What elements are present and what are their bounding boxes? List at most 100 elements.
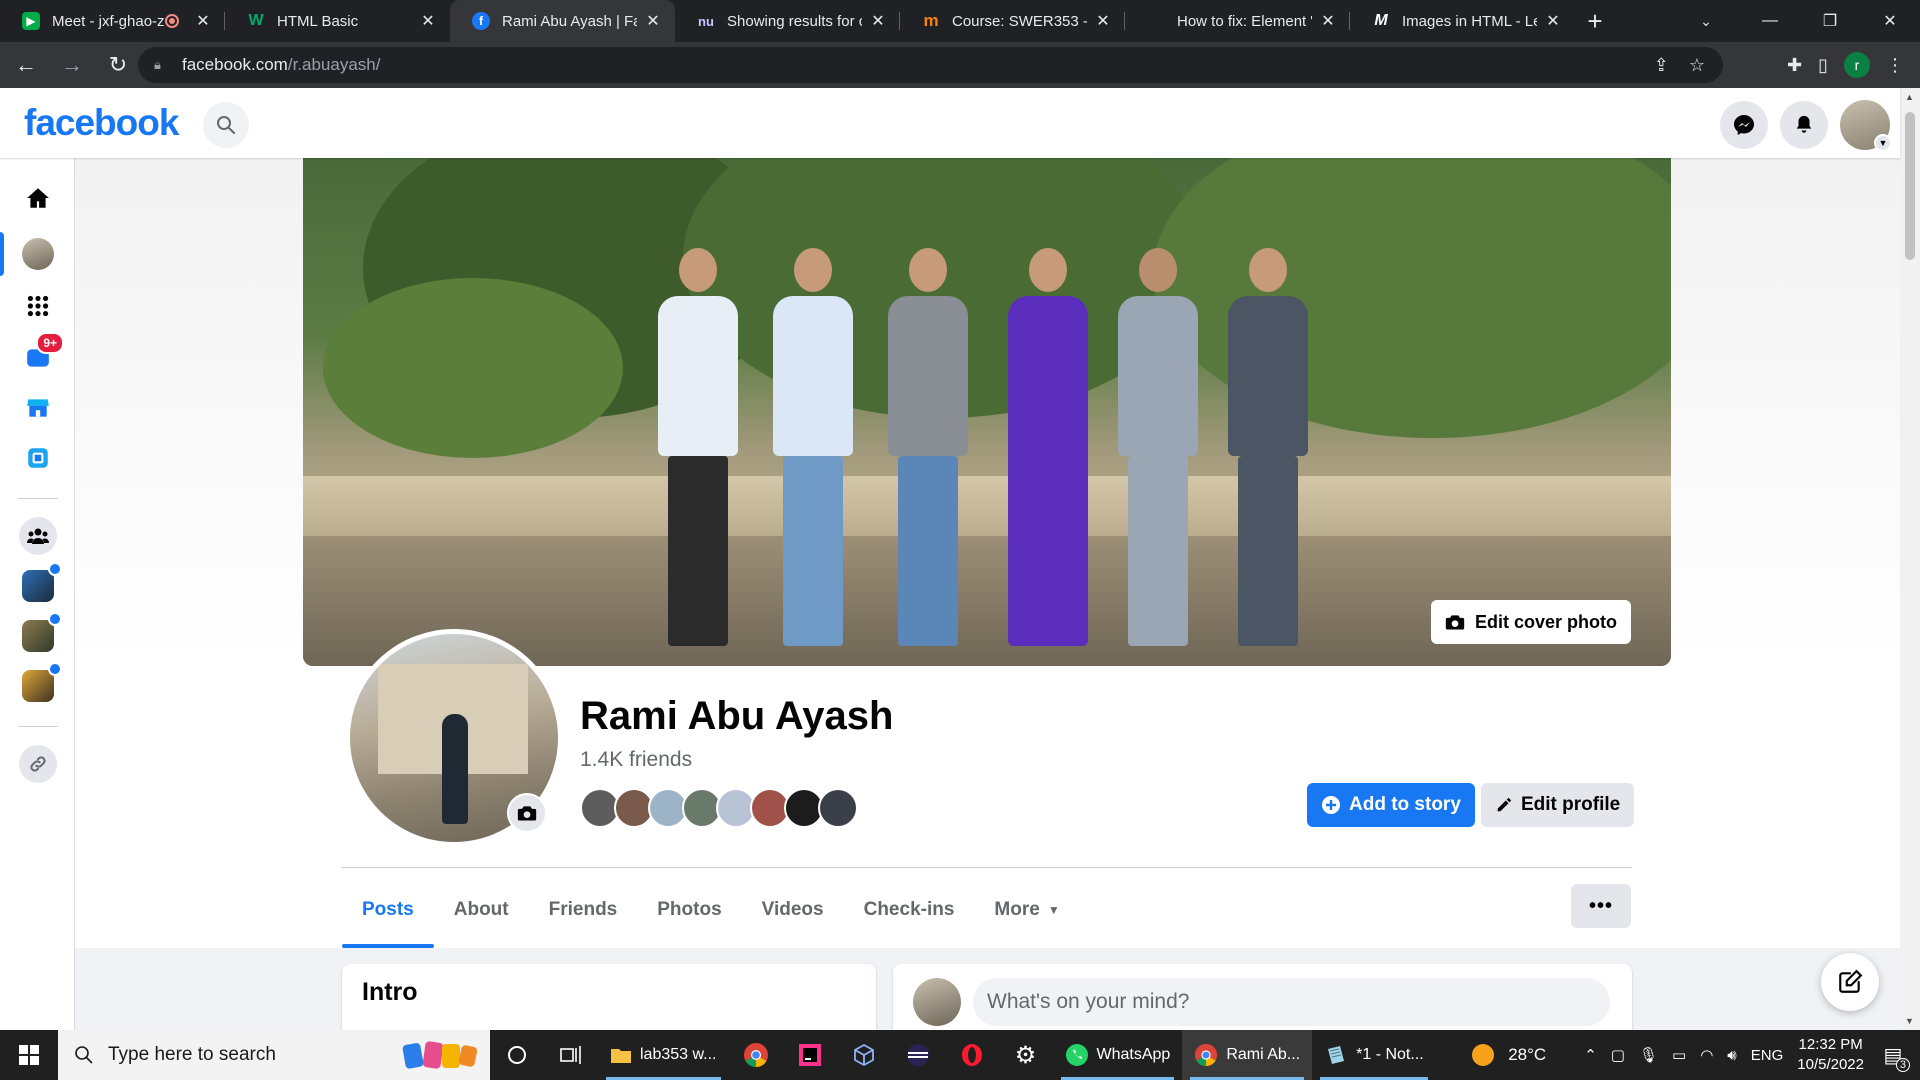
- task-view-button[interactable]: [544, 1030, 598, 1080]
- back-button[interactable]: ←: [6, 45, 46, 85]
- tab-meet[interactable]: ▶ Meet - jxf-ghao-z ✕: [0, 0, 225, 42]
- profile-shortcut[interactable]: [18, 234, 58, 274]
- taskbar-3d-viewer[interactable]: [837, 1030, 891, 1080]
- intellij-icon: [798, 1044, 821, 1066]
- share-icon[interactable]: ⇪: [1654, 55, 1669, 76]
- scrollbar-thumb[interactable]: [1905, 112, 1915, 260]
- menu-button[interactable]: [18, 286, 58, 326]
- taskbar-opera[interactable]: [945, 1030, 999, 1080]
- restore-button[interactable]: ❐: [1800, 0, 1860, 42]
- taskbar-intellij[interactable]: [783, 1030, 837, 1080]
- tab-photos[interactable]: Photos: [637, 872, 741, 948]
- marketplace-button[interactable]: [18, 388, 58, 428]
- input-language[interactable]: ENG: [1751, 1047, 1784, 1064]
- action-center-button[interactable]: ▤ 3: [1878, 1040, 1910, 1072]
- system-clock[interactable]: 12:32 PM 10/5/2022: [1797, 1035, 1864, 1075]
- taskbar-file-explorer[interactable]: lab353 w...: [598, 1030, 729, 1080]
- new-message-button[interactable]: [1821, 953, 1879, 1011]
- close-tab-icon[interactable]: ✕: [868, 11, 888, 31]
- medium-icon: M: [1374, 12, 1388, 29]
- tab-facebook[interactable]: f Rami Abu Ayash | Fac ✕: [450, 0, 675, 42]
- taskbar-whatsapp[interactable]: WhatsApp: [1053, 1030, 1183, 1080]
- bookmark-star-icon[interactable]: ☆: [1689, 55, 1705, 76]
- add-to-story-button[interactable]: Add to story: [1307, 783, 1475, 827]
- tab-html-basic[interactable]: W HTML Basic ✕: [225, 0, 450, 42]
- edit-profile-button[interactable]: Edit profile: [1481, 783, 1635, 827]
- forward-button[interactable]: →: [52, 45, 92, 85]
- taskbar-search-box[interactable]: Type here to search: [58, 1030, 490, 1080]
- scroll-down-arrow-icon[interactable]: ▼: [1905, 1016, 1914, 1026]
- tab-search-results[interactable]: nu Showing results for co ✕: [675, 0, 900, 42]
- minimize-button[interactable]: —: [1740, 0, 1800, 42]
- close-tab-icon[interactable]: ✕: [418, 11, 438, 31]
- wifi-icon[interactable]: ◠: [1700, 1046, 1713, 1064]
- start-button[interactable]: [0, 1030, 58, 1080]
- tab-how-to-fix[interactable]: How to fix: Element "i ✕: [1125, 0, 1350, 42]
- taskbar-settings[interactable]: ⚙: [999, 1030, 1053, 1080]
- group-shortcut-2[interactable]: [18, 612, 62, 656]
- taskbar-eclipse[interactable]: [891, 1030, 945, 1080]
- group-shortcut-1[interactable]: [18, 562, 62, 606]
- taskbar-chrome[interactable]: [729, 1030, 783, 1080]
- see-more-button[interactable]: [18, 744, 58, 784]
- more-options-button[interactable]: •••: [1571, 884, 1631, 928]
- close-tab-icon[interactable]: ✕: [1318, 11, 1338, 31]
- feeds-icon: [28, 448, 48, 468]
- close-tab-icon[interactable]: ✕: [1543, 11, 1563, 31]
- chrome-menu-icon[interactable]: ⋮: [1886, 55, 1904, 76]
- battery-icon[interactable]: ▭: [1672, 1046, 1686, 1064]
- notifications-button[interactable]: [1780, 101, 1828, 149]
- tab-friends[interactable]: Friends: [529, 872, 638, 948]
- whats-on-your-mind-input[interactable]: What's on your mind?: [973, 978, 1610, 1026]
- friend-count[interactable]: 1.4K friends: [580, 748, 692, 772]
- tab-videos[interactable]: Videos: [742, 872, 844, 948]
- side-panel-icon[interactable]: ▯: [1818, 55, 1828, 76]
- volume-icon[interactable]: 🔊︎: [1727, 1047, 1736, 1064]
- tab-about[interactable]: About: [434, 872, 529, 948]
- notification-count: 3: [1895, 1058, 1910, 1072]
- device-icon[interactable]: ▢: [1611, 1046, 1625, 1064]
- close-window-button[interactable]: ✕: [1860, 0, 1920, 42]
- chrome-profile-avatar[interactable]: r: [1844, 52, 1870, 78]
- home-button[interactable]: [18, 178, 58, 218]
- chevron-up-icon[interactable]: ⌃: [1584, 1046, 1597, 1064]
- profile-picture[interactable]: [345, 629, 563, 847]
- friend-avatar[interactable]: [818, 788, 858, 828]
- tab-images-html[interactable]: M Images in HTML - Lea ✕: [1350, 0, 1575, 42]
- cover-photo[interactable]: Edit cover photo: [303, 158, 1671, 666]
- search-button[interactable]: [203, 102, 249, 148]
- weather-temperature[interactable]: 28°C: [1508, 1045, 1546, 1065]
- close-tab-icon[interactable]: ✕: [193, 11, 213, 31]
- friend-avatars: [580, 788, 858, 828]
- tab-course[interactable]: m Course: SWER353 - W ✕: [900, 0, 1125, 42]
- facebook-logo[interactable]: facebook: [24, 102, 179, 144]
- weather-sun-icon[interactable]: [1472, 1044, 1495, 1066]
- messenger-icon: [1734, 115, 1754, 135]
- groups-button[interactable]: [18, 516, 58, 556]
- address-bar[interactable]: 🔒︎ facebook.com/r.abuayash/ ⇪ ☆: [138, 47, 1723, 83]
- profile-tabs: Posts About Friends Photos Videos Check-…: [342, 872, 1080, 948]
- extensions-puzzle-icon[interactable]: ✚: [1787, 55, 1802, 76]
- cortana-button[interactable]: [490, 1030, 544, 1080]
- update-profile-picture-button[interactable]: [507, 793, 547, 833]
- microphone-icon[interactable]: 🎙︎: [1639, 1046, 1658, 1064]
- feeds-button[interactable]: [18, 438, 58, 478]
- new-tab-button[interactable]: +: [1575, 0, 1615, 42]
- group-shortcut-3[interactable]: [18, 662, 62, 706]
- tab-check-ins[interactable]: Check-ins: [844, 872, 975, 948]
- close-tab-icon[interactable]: ✕: [643, 11, 663, 31]
- edit-cover-photo-button[interactable]: Edit cover photo: [1430, 600, 1631, 644]
- page-scrollbar[interactable]: ▲ ▼: [1900, 88, 1920, 1030]
- reload-button[interactable]: ↻: [98, 45, 138, 85]
- taskbar-chrome-facebook[interactable]: Rami Ab...: [1182, 1030, 1313, 1080]
- taskbar-notepad[interactable]: *1 - Not...: [1312, 1030, 1436, 1080]
- tab-more[interactable]: More ▼: [974, 872, 1079, 948]
- tab-search-chevron-icon[interactable]: ⌄: [1686, 0, 1726, 42]
- watch-button[interactable]: 9+: [18, 332, 64, 378]
- close-tab-icon[interactable]: ✕: [1093, 11, 1113, 31]
- messenger-button[interactable]: [1720, 101, 1768, 149]
- tab-posts[interactable]: Posts: [342, 872, 434, 948]
- composer-avatar[interactable]: [913, 978, 961, 1026]
- scroll-up-arrow-icon[interactable]: ▲: [1905, 92, 1914, 102]
- account-avatar[interactable]: ▼: [1840, 100, 1892, 152]
